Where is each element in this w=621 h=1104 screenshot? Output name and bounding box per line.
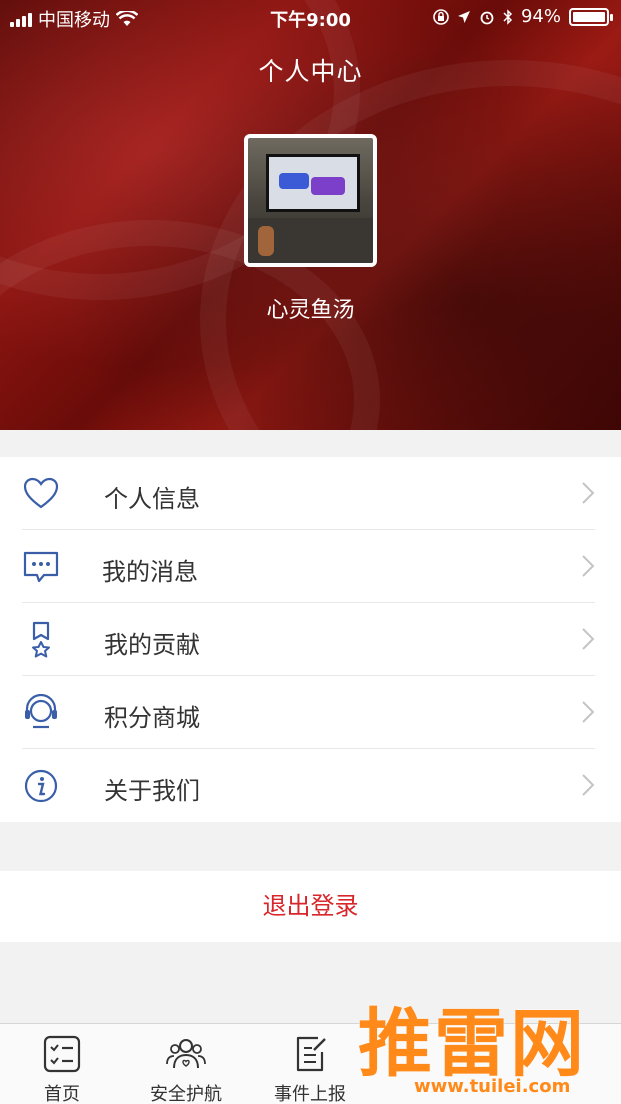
menu-item-label: 我的消息 xyxy=(102,558,198,586)
chevron-right-icon xyxy=(582,555,595,577)
chevron-right-icon xyxy=(582,482,595,504)
rotation-lock-icon xyxy=(433,8,449,25)
menu-item-my-messages[interactable]: 我的消息 xyxy=(0,530,621,603)
battery-percent: 94% xyxy=(520,6,561,27)
tab-safety-escort[interactable]: 安全护航 xyxy=(124,1024,248,1104)
location-icon xyxy=(457,10,470,23)
menu-item-label: 我的贡献 xyxy=(104,631,200,659)
people-icon xyxy=(166,1039,206,1069)
username: 心灵鱼汤 xyxy=(266,298,355,323)
menu-item-label: 个人信息 xyxy=(104,485,200,513)
tab-label: 首页 xyxy=(44,1084,80,1104)
headset-icon xyxy=(25,694,57,729)
watermark-logo-text: 推雷网 xyxy=(358,1001,586,1087)
profile-header: 中国移动 下午9:00 94% 个人中心 心灵鱼汤 xyxy=(0,0,621,430)
menu-item-personal-info[interactable]: 个人信息 xyxy=(0,457,621,530)
chevron-right-icon xyxy=(582,774,595,796)
watermark: 推雷网 www.tuilei.com xyxy=(350,984,621,1104)
tab-home[interactable]: 首页 xyxy=(0,1024,124,1104)
heart-icon xyxy=(23,477,59,509)
chevron-right-icon xyxy=(582,701,595,723)
menu-item-label: 关于我们 xyxy=(104,777,200,805)
info-icon xyxy=(24,769,58,803)
avatar[interactable] xyxy=(244,134,377,267)
tab-label: 安全护航 xyxy=(150,1084,222,1104)
message-icon xyxy=(23,551,59,583)
status-bar: 中国移动 下午9:00 94% xyxy=(0,0,621,34)
menu-item-points-mall[interactable]: 积分商城 xyxy=(0,676,621,749)
edit-icon xyxy=(296,1036,326,1072)
medal-icon xyxy=(32,621,50,658)
status-right: 94% xyxy=(433,6,613,27)
chevron-right-icon xyxy=(582,628,595,650)
watermark-url: www.tuilei.com xyxy=(414,1076,571,1097)
menu-item-my-contribution[interactable]: 我的贡献 xyxy=(0,603,621,676)
menu-list: 个人信息 我的消息 我的贡献 积分商城 关于我们 xyxy=(0,457,621,822)
logout-button[interactable]: 退出登录 xyxy=(0,871,621,942)
avatar-photo-tv xyxy=(266,154,360,212)
page-title: 个人中心 xyxy=(258,57,363,86)
bluetooth-icon xyxy=(503,8,513,25)
menu-item-about-us[interactable]: 关于我们 xyxy=(0,749,621,822)
menu-item-label: 积分商城 xyxy=(104,704,200,732)
battery-icon xyxy=(569,7,613,26)
checklist-icon xyxy=(43,1035,81,1073)
alarm-icon xyxy=(480,11,494,24)
